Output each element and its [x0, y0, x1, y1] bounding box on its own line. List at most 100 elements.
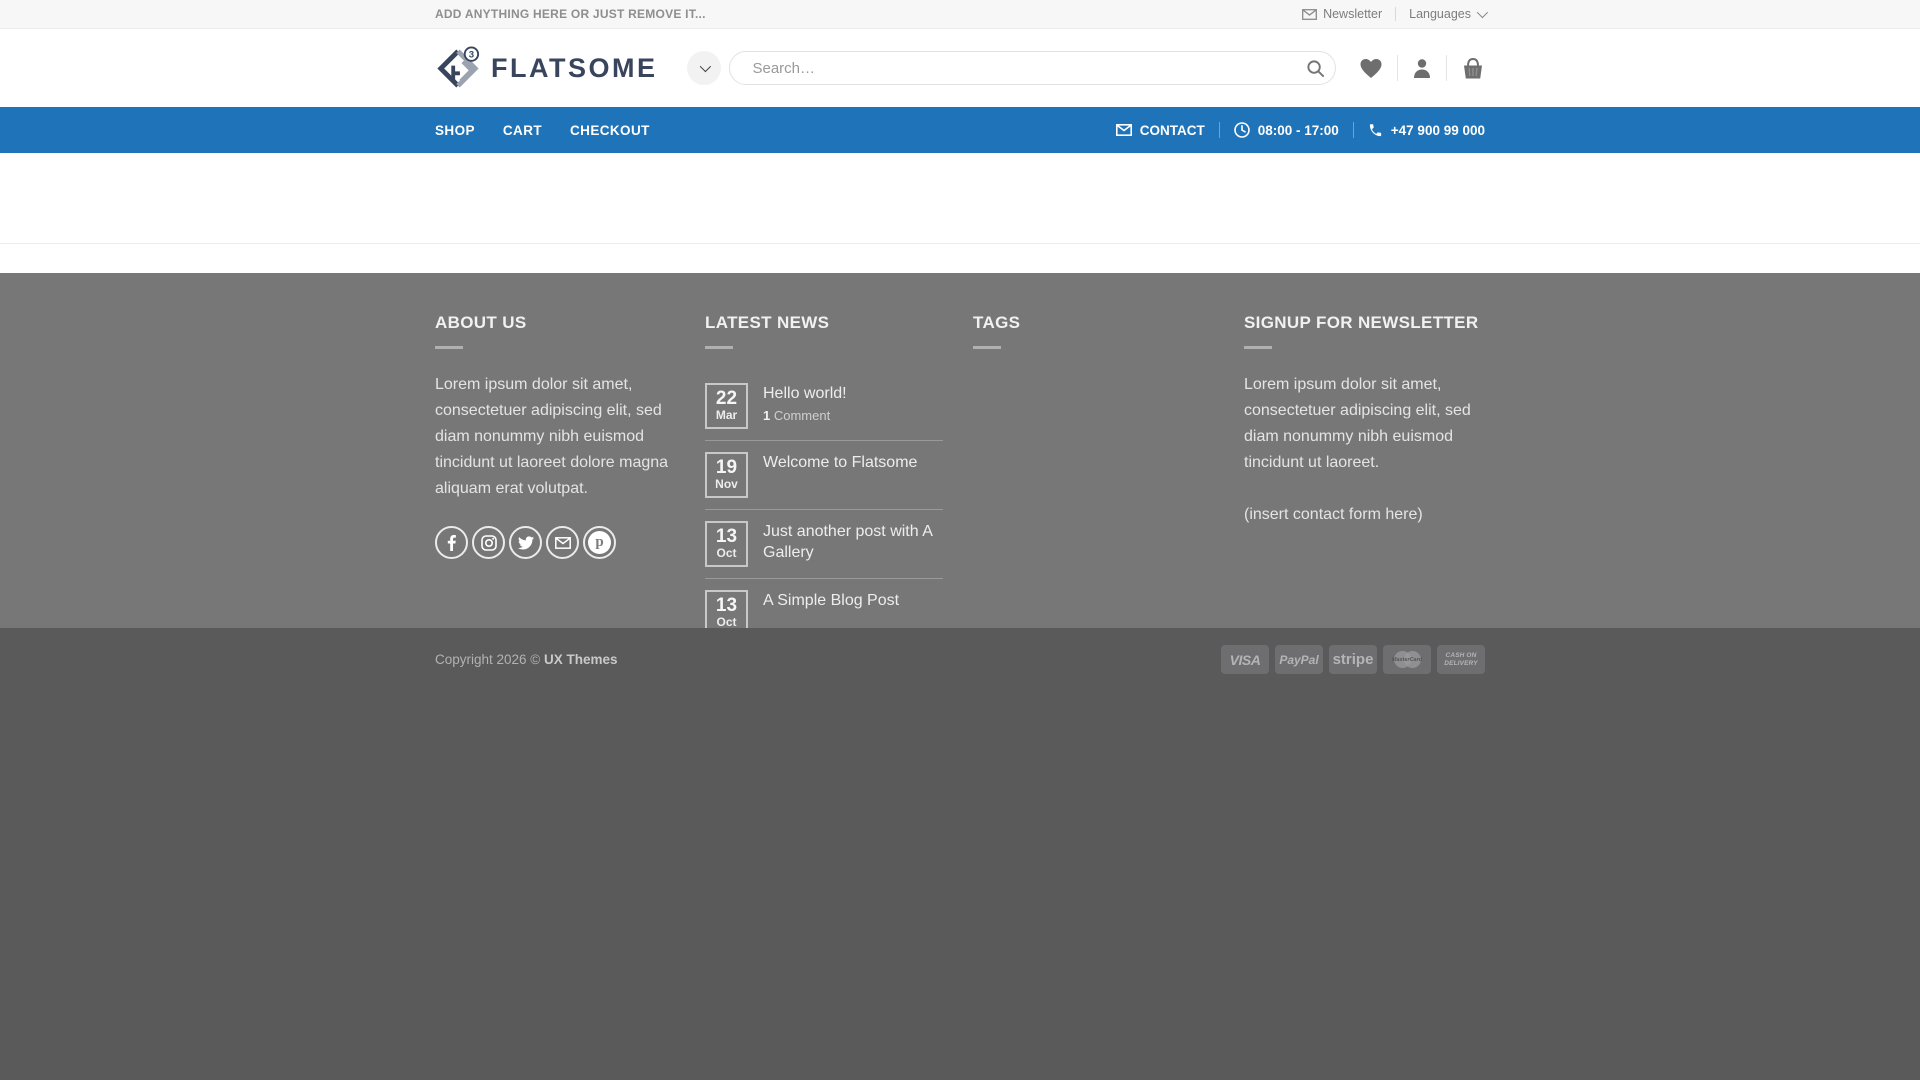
- footer-widgets: ABOUT US Lorem ipsum dolor sit amet, con…: [0, 273, 1920, 636]
- page: ADD ANYTHING HERE OR JUST REMOVE IT... N…: [0, 0, 1920, 1080]
- mastercard-label: MasterCard: [1391, 657, 1423, 663]
- mastercard-icon: MasterCard: [1383, 645, 1431, 674]
- basket-icon: [1464, 57, 1482, 78]
- heart-icon: [1360, 58, 1382, 78]
- logo-text: FLATSOME: [491, 52, 658, 83]
- search-submit-button[interactable]: [1298, 53, 1332, 83]
- search-category-select[interactable]: [687, 51, 722, 85]
- nav-item-checkout[interactable]: CHECKOUT: [570, 123, 650, 138]
- site-header: 3 FLATSOME: [0, 29, 1920, 107]
- signup-note: (insert contact form here): [1244, 506, 1423, 523]
- post-day: 13: [715, 526, 738, 547]
- facebook-icon: [447, 534, 456, 551]
- email-icon: [554, 536, 571, 549]
- visa-icon: VISA: [1221, 645, 1269, 674]
- topbar-message: ADD ANYTHING HERE OR JUST REMOVE IT...: [435, 7, 706, 21]
- post-date: 22 Mar: [705, 383, 748, 429]
- nav-divider: [1352, 122, 1354, 138]
- page-content: [0, 153, 1920, 273]
- phone-link[interactable]: +47 900 99 000: [1368, 123, 1485, 138]
- signup-text: Lorem ipsum dolor sit amet, consectetuer…: [1244, 376, 1471, 471]
- envelope-icon: [1115, 124, 1132, 136]
- post-date: 19 Nov: [705, 452, 748, 498]
- post-month: Nov: [715, 477, 738, 491]
- post-day: 19: [715, 457, 738, 478]
- copyright-brand: UX Themes: [544, 652, 618, 667]
- social-links: p: [435, 526, 675, 559]
- widget-title: LATEST NEWS: [705, 313, 830, 332]
- absolute-footer: Copyright 2026 © UX Themes VISA PayPal s…: [0, 628, 1920, 1080]
- cash-on-delivery-icon: CASH ON DELIVERY: [1437, 645, 1485, 674]
- nav-contact-link[interactable]: CONTACT: [1115, 122, 1205, 138]
- languages-label: Languages: [1409, 7, 1471, 21]
- widget-rule: [973, 346, 1001, 349]
- widget-rule: [435, 346, 463, 349]
- comment-label: Comment: [770, 408, 831, 423]
- post-month: Oct: [716, 546, 737, 560]
- cod-line1: CASH ON: [1445, 652, 1477, 659]
- content-divider: [0, 243, 1920, 244]
- search-input[interactable]: [729, 51, 1337, 85]
- newsletter-link[interactable]: Newsletter: [1302, 7, 1382, 21]
- latest-news-item: 19 Nov Welcome to Flatsome: [705, 440, 943, 509]
- widget-title: ABOUT US: [435, 313, 527, 332]
- clock-icon: [1233, 122, 1250, 138]
- instagram-button[interactable]: [472, 526, 505, 559]
- footer-col-about: ABOUT US Lorem ipsum dolor sit amet, con…: [435, 313, 705, 647]
- post-day: 13: [715, 595, 738, 616]
- footer-col-latest-news: LATEST NEWS 22 Mar Hello world! 1 Commen…: [705, 313, 973, 647]
- post-title-link[interactable]: Hello world!: [763, 383, 847, 404]
- post-comments-link[interactable]: 1 Comment: [763, 408, 847, 423]
- instagram-icon: [480, 534, 497, 551]
- post-title-link[interactable]: Welcome to Flatsome: [763, 452, 917, 473]
- post-month: Mar: [715, 408, 738, 422]
- nav-divider: [1218, 122, 1220, 138]
- widget-rule: [705, 346, 733, 349]
- phone-icon: [1369, 123, 1381, 136]
- topbar-divider: [1395, 7, 1397, 21]
- account-button[interactable]: [1398, 58, 1446, 79]
- top-bar: ADD ANYTHING HERE OR JUST REMOVE IT... N…: [0, 0, 1920, 29]
- wishlist-button[interactable]: [1345, 58, 1397, 79]
- latest-news-item: 22 Mar Hello world! 1 Comment: [705, 372, 943, 440]
- site-logo[interactable]: 3 FLATSOME: [435, 45, 657, 92]
- cod-line2: DELIVERY: [1444, 659, 1478, 667]
- chevron-down-icon: [1476, 6, 1489, 19]
- facebook-button[interactable]: [435, 526, 468, 559]
- about-text: Lorem ipsum dolor sit amet, consectetuer…: [435, 376, 669, 497]
- search-form: [729, 51, 1337, 85]
- copyright: Copyright 2026 © UX Themes: [435, 652, 618, 667]
- widget-title: SIGNUP FOR NEWSLETTER: [1244, 313, 1479, 332]
- phone-number: +47 900 99 000: [1390, 122, 1485, 138]
- post-date: 13 Oct: [705, 521, 748, 567]
- newsletter-label: Newsletter: [1323, 7, 1383, 21]
- languages-dropdown[interactable]: Languages: [1409, 6, 1489, 21]
- post-title-link[interactable]: Just another post with A Gallery: [763, 521, 943, 563]
- nav-item-shop[interactable]: SHOP: [435, 123, 475, 138]
- stripe-icon: stripe: [1329, 645, 1377, 674]
- twitter-button[interactable]: [509, 526, 542, 559]
- cart-button[interactable]: [1447, 57, 1485, 80]
- contact-label: CONTACT: [1139, 122, 1205, 138]
- pinterest-icon: p: [588, 531, 611, 554]
- widget-title: TAGS: [973, 313, 1021, 332]
- twitter-icon: [517, 535, 534, 549]
- widget-rule: [1244, 346, 1272, 349]
- user-icon: [1414, 58, 1430, 78]
- payment-icons: VISA PayPal stripe MasterCard CASH ON DE…: [1221, 645, 1485, 674]
- chevron-down-icon: [700, 60, 712, 73]
- envelope-icon: [1302, 8, 1318, 20]
- hours-label: 08:00 - 17:00: [1257, 122, 1339, 138]
- post-title-link[interactable]: A Simple Blog Post: [763, 590, 899, 611]
- paypal-icon: PayPal: [1275, 645, 1323, 674]
- main-nav: SHOP CART CHECKOUT CONTACT 08:00 - 17:00…: [0, 107, 1920, 153]
- footer-col-tags: TAGS: [973, 313, 1244, 647]
- flatsome-logo-mark: 3: [437, 45, 480, 87]
- nav-item-cart[interactable]: CART: [503, 123, 542, 138]
- pinterest-button[interactable]: p: [583, 526, 616, 559]
- post-day: 22: [715, 388, 738, 409]
- latest-news-item: 13 Oct Just another post with A Gallery: [705, 509, 943, 578]
- svg-text:3: 3: [469, 49, 474, 60]
- email-button[interactable]: [546, 526, 579, 559]
- copyright-text: Copyright 2026 ©: [435, 652, 545, 667]
